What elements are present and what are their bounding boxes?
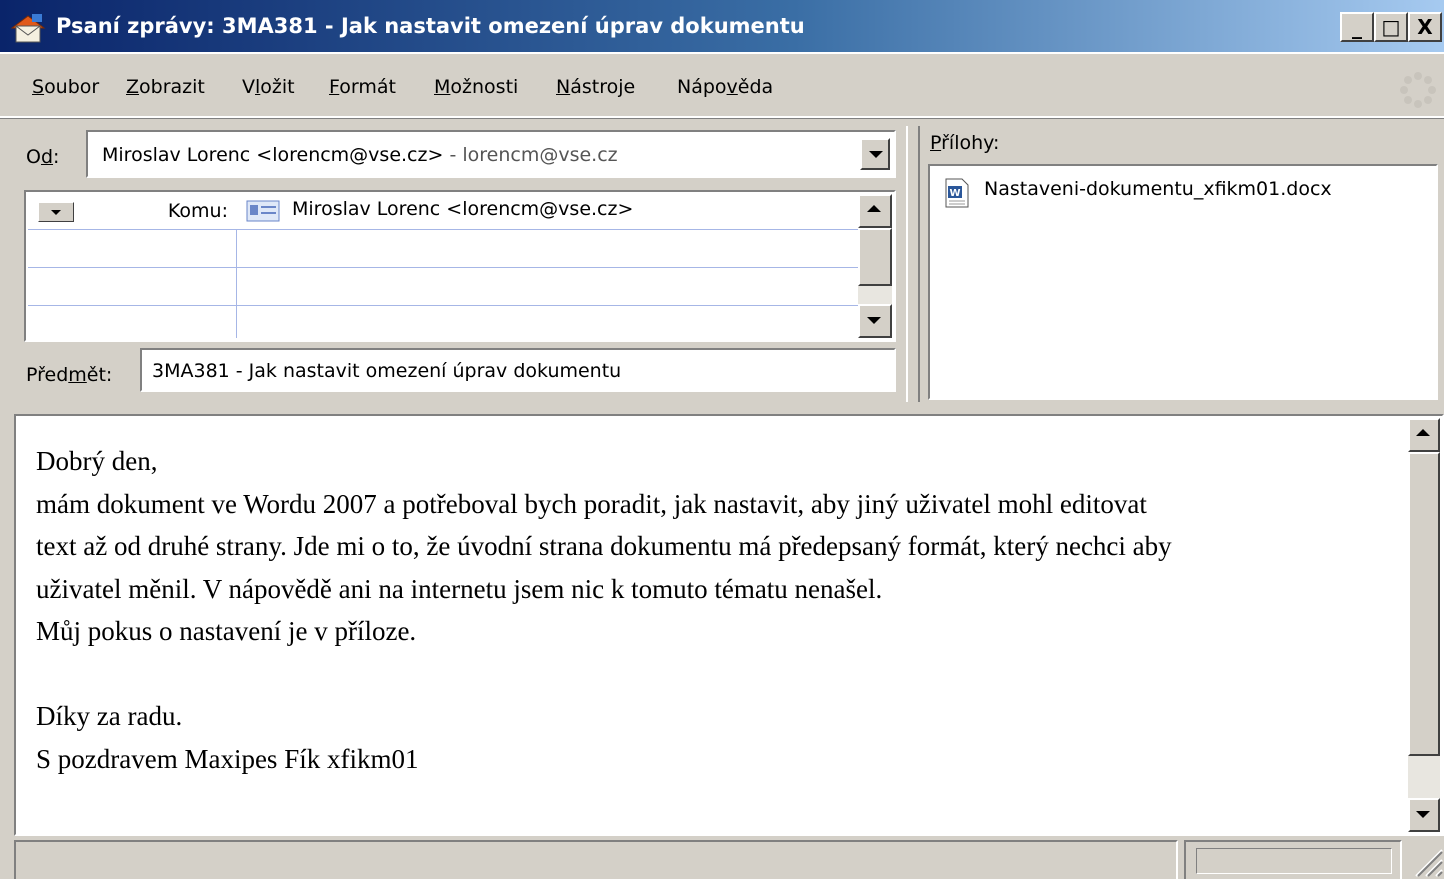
body-line: text až od druhé strany. Jde mi o to, že…	[36, 531, 1172, 561]
menu-help[interactable]: Nápověda	[677, 76, 773, 98]
chevron-up-icon	[867, 205, 881, 212]
menu-tools[interactable]: Nástroje	[556, 76, 635, 98]
chevron-down-icon	[1416, 811, 1430, 818]
chevron-down-icon	[867, 317, 881, 324]
status-indicator	[1196, 848, 1392, 874]
recipient-column-divider	[236, 230, 237, 338]
menu-bar: Soubor Zobrazit Vložit Formát Možnosti N…	[0, 56, 1444, 118]
menu-options[interactable]: Možnosti	[434, 76, 518, 98]
chevron-down-icon	[869, 151, 883, 158]
from-dropdown-button[interactable]	[860, 138, 890, 170]
close-icon: X	[1417, 15, 1433, 39]
word-document-icon: W	[945, 178, 969, 208]
scroll-down-button[interactable]	[1408, 798, 1440, 832]
status-pane-secondary	[1184, 840, 1402, 879]
resize-grip-icon[interactable]	[1404, 840, 1444, 879]
scroll-down-button[interactable]	[858, 304, 892, 338]
from-label: Od:	[26, 146, 60, 168]
attachments-label: Přílohy:	[930, 132, 1000, 154]
attachment-name[interactable]: Nastaveni-dokumentu_xfikm01.docx	[984, 178, 1332, 200]
recipient-scrollbar[interactable]	[858, 194, 892, 338]
message-body[interactable]: Dobrý den, mám dokument ve Wordu 2007 a …	[36, 440, 1406, 780]
recipient-type-dropdown[interactable]	[38, 202, 74, 222]
menu-file[interactable]: Soubor	[32, 76, 99, 98]
from-account: - lorencm@vse.cz	[443, 144, 618, 166]
subject-field[interactable]: 3MA381 - Jak nastavit omezení úprav doku…	[140, 348, 896, 392]
recipient-row-empty[interactable]	[28, 268, 862, 306]
window-title: Psaní zprávy: 3MA381 - Jak nastavit omez…	[56, 14, 805, 38]
recipient-value[interactable]: Miroslav Lorenc <lorencm@vse.cz>	[292, 198, 633, 220]
recipient-type-select[interactable]: Komu:	[30, 194, 236, 228]
body-line: Můj pokus o nastavení je v příloze.	[36, 616, 417, 646]
scroll-up-button[interactable]	[858, 194, 892, 228]
recipient-row-empty[interactable]	[28, 230, 862, 268]
body-line: Dobrý den,	[36, 446, 158, 476]
subject-value[interactable]: 3MA381 - Jak nastavit omezení úprav doku…	[152, 360, 621, 382]
menu-format[interactable]: Formát	[329, 76, 396, 98]
attachments-list[interactable]: W Nastaveni-dokumentu_xfikm01.docx	[928, 164, 1438, 400]
contact-card-icon	[246, 200, 280, 222]
body-line: S pozdravem Maxipes Fík xfikm01	[36, 743, 419, 774]
body-line: mám dokument ve Wordu 2007 a potřeboval …	[36, 488, 1147, 519]
scroll-thumb[interactable]	[1408, 452, 1440, 756]
title-bar[interactable]: Psaní zprávy: 3MA381 - Jak nastavit omez…	[0, 0, 1444, 54]
chevron-up-icon	[1416, 429, 1430, 436]
recipient-row[interactable]: Komu: Miroslav Lorenc <lorencm@vse.cz>	[28, 192, 862, 230]
maximize-button[interactable]: □	[1374, 12, 1408, 42]
scroll-up-button[interactable]	[1408, 418, 1440, 452]
scroll-thumb[interactable]	[858, 228, 892, 286]
activity-throbber-icon	[1400, 72, 1436, 108]
menu-insert[interactable]: Vložit	[242, 76, 295, 98]
status-pane-main	[14, 840, 1178, 879]
minimize-icon: _	[1352, 15, 1362, 39]
recipient-type-label: Komu:	[167, 200, 228, 222]
body-line	[36, 653, 1406, 696]
subject-label: Předmět:	[26, 364, 113, 386]
menu-view[interactable]: Zobrazit	[126, 76, 205, 98]
maximize-icon: □	[1381, 15, 1401, 39]
svg-text:W: W	[949, 188, 960, 199]
close-button[interactable]: X	[1408, 12, 1442, 42]
minimize-button[interactable]: _	[1340, 12, 1374, 42]
body-scrollbar[interactable]	[1408, 418, 1440, 832]
message-body-editor[interactable]: Dobrý den, mám dokument ve Wordu 2007 a …	[14, 414, 1444, 836]
status-bar	[0, 840, 1444, 879]
header-splitter[interactable]	[906, 126, 920, 402]
from-select[interactable]: Miroslav Lorenc <lorencm@vse.cz> - loren…	[86, 130, 896, 178]
body-line: uživatel měnil. V nápovědě ani na intern…	[36, 573, 883, 604]
compose-message-icon	[10, 14, 46, 43]
chevron-down-icon	[51, 210, 61, 215]
body-line: Díky za radu.	[36, 701, 183, 731]
from-value: Miroslav Lorenc <lorencm@vse.cz>	[102, 144, 444, 166]
recipient-grid[interactable]: Komu: Miroslav Lorenc <lorencm@vse.cz>	[24, 190, 896, 342]
